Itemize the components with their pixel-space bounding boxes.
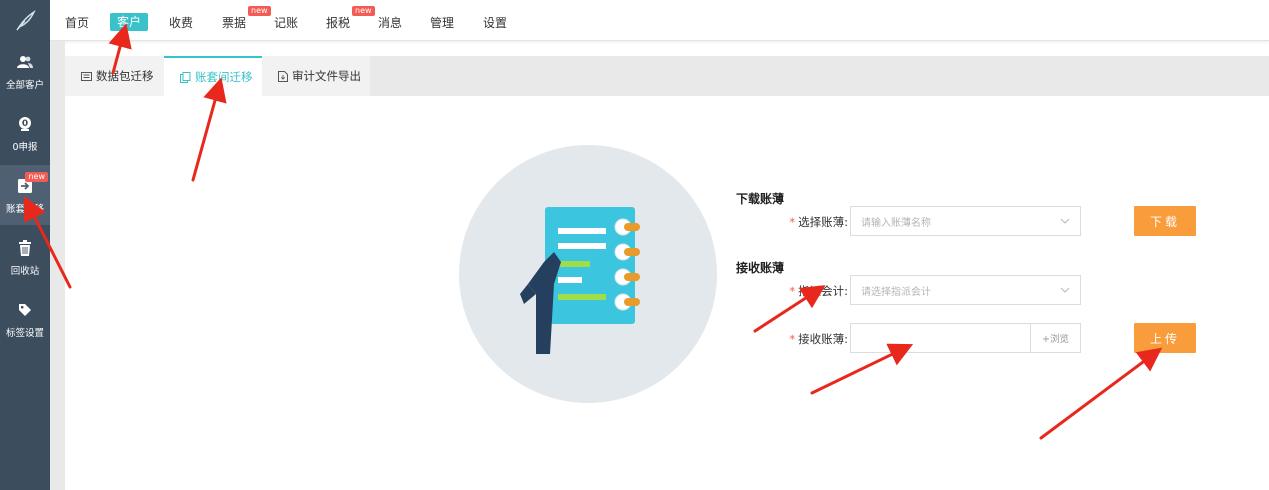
tab-bar: 数据包迁移 账套间迁移 审计文件导出 xyxy=(65,56,1269,96)
package-icon xyxy=(81,71,92,82)
sidebar-item-label: 全部客户 xyxy=(5,80,44,91)
select-book-label: * 选择账薄: xyxy=(789,215,848,229)
nav-settings[interactable]: 设置 xyxy=(483,14,507,32)
sidebar-item-label: 账套迁移 xyxy=(5,204,44,215)
tab-label: 数据包迁移 xyxy=(96,69,154,83)
sidebar-item-label: 回收站 xyxy=(10,266,40,277)
nav-billing[interactable]: 收费 xyxy=(169,14,193,32)
sidebar-item-account-migration[interactable]: 账套迁移 new xyxy=(0,165,50,225)
top-navbar: 首页 客户 收费 票据 new 记账 报税 new 消息 管理 设置 xyxy=(0,0,1269,41)
sidebar-item-label: 标签设置 xyxy=(5,328,44,339)
select-book-placeholder: 请输入账薄名称 xyxy=(861,217,931,229)
sidebar-item-zero-declare[interactable]: 0 0申报 xyxy=(0,103,50,163)
nav-receipts-new-badge: new xyxy=(248,6,271,16)
assign-accountant-label: * 指派会计: xyxy=(789,284,848,298)
copy-icon xyxy=(180,71,191,83)
main-content: 下载账薄 * 选择账薄: 请输入账薄名称 下载 接收账薄 * 指派会计: 请选择指派… xyxy=(65,96,1269,490)
tab-audit-export[interactable]: 审计文件导出 xyxy=(262,56,370,96)
nav-management[interactable]: 管理 xyxy=(430,14,454,32)
zero-declare-icon: 0 xyxy=(16,115,34,133)
chevron-down-icon xyxy=(1060,287,1070,293)
nav-home[interactable]: 首页 xyxy=(65,14,89,32)
nav-tax-new-badge: new xyxy=(352,6,375,16)
nav-bookkeeping[interactable]: 记账 xyxy=(274,14,298,32)
export-file-icon xyxy=(278,70,288,82)
nav-customers[interactable]: 客户 xyxy=(110,13,149,31)
content-gutter xyxy=(50,41,65,490)
nav-receipts[interactable]: 票据 xyxy=(222,14,246,32)
receive-section-title: 接收账薄 xyxy=(736,261,785,275)
tab-label: 账套间迁移 xyxy=(195,70,253,84)
trash-icon xyxy=(16,239,34,257)
nav-tax[interactable]: 报税 xyxy=(326,14,350,32)
tab-account-migration[interactable]: 账套间迁移 xyxy=(164,56,262,96)
select-book-dropdown[interactable]: 请输入账薄名称 xyxy=(850,206,1081,236)
download-button[interactable]: 下载 xyxy=(1134,206,1196,236)
feather-logo-icon xyxy=(16,9,36,30)
sidebar-item-recycle-bin[interactable]: 回收站 xyxy=(0,227,50,287)
assign-accountant-dropdown[interactable]: 请选择指派会计 xyxy=(850,275,1081,305)
app-logo[interactable] xyxy=(0,0,50,41)
receive-book-label: * 接收账薄: xyxy=(789,332,848,346)
browse-button[interactable]: +浏览 xyxy=(1030,323,1081,353)
chevron-down-icon xyxy=(1060,218,1070,224)
notebook-illustration-icon xyxy=(459,145,717,403)
sidebar-item-tag-settings[interactable]: 标签设置 xyxy=(0,289,50,349)
tab-package-migration[interactable]: 数据包迁移 xyxy=(65,56,164,96)
sidebar-item-label: 0申报 xyxy=(12,142,38,153)
tag-icon xyxy=(16,301,34,319)
download-section-title: 下载账薄 xyxy=(736,192,785,206)
tab-label: 审计文件导出 xyxy=(292,69,361,83)
nav-messages[interactable]: 消息 xyxy=(378,14,402,32)
receive-book-file-input[interactable] xyxy=(850,323,1031,353)
assign-accountant-placeholder: 请选择指派会计 xyxy=(861,286,931,298)
sidebar-item-all-customers[interactable]: 全部客户 xyxy=(0,41,50,101)
sidebar: 全部客户 0 0申报 账套迁移 new 回收站 标签设置 xyxy=(0,41,50,490)
svg-text:0: 0 xyxy=(22,119,28,129)
sidebar-new-badge: new xyxy=(25,172,48,182)
upload-button[interactable]: 上传 xyxy=(1134,323,1196,353)
users-icon xyxy=(16,53,34,71)
